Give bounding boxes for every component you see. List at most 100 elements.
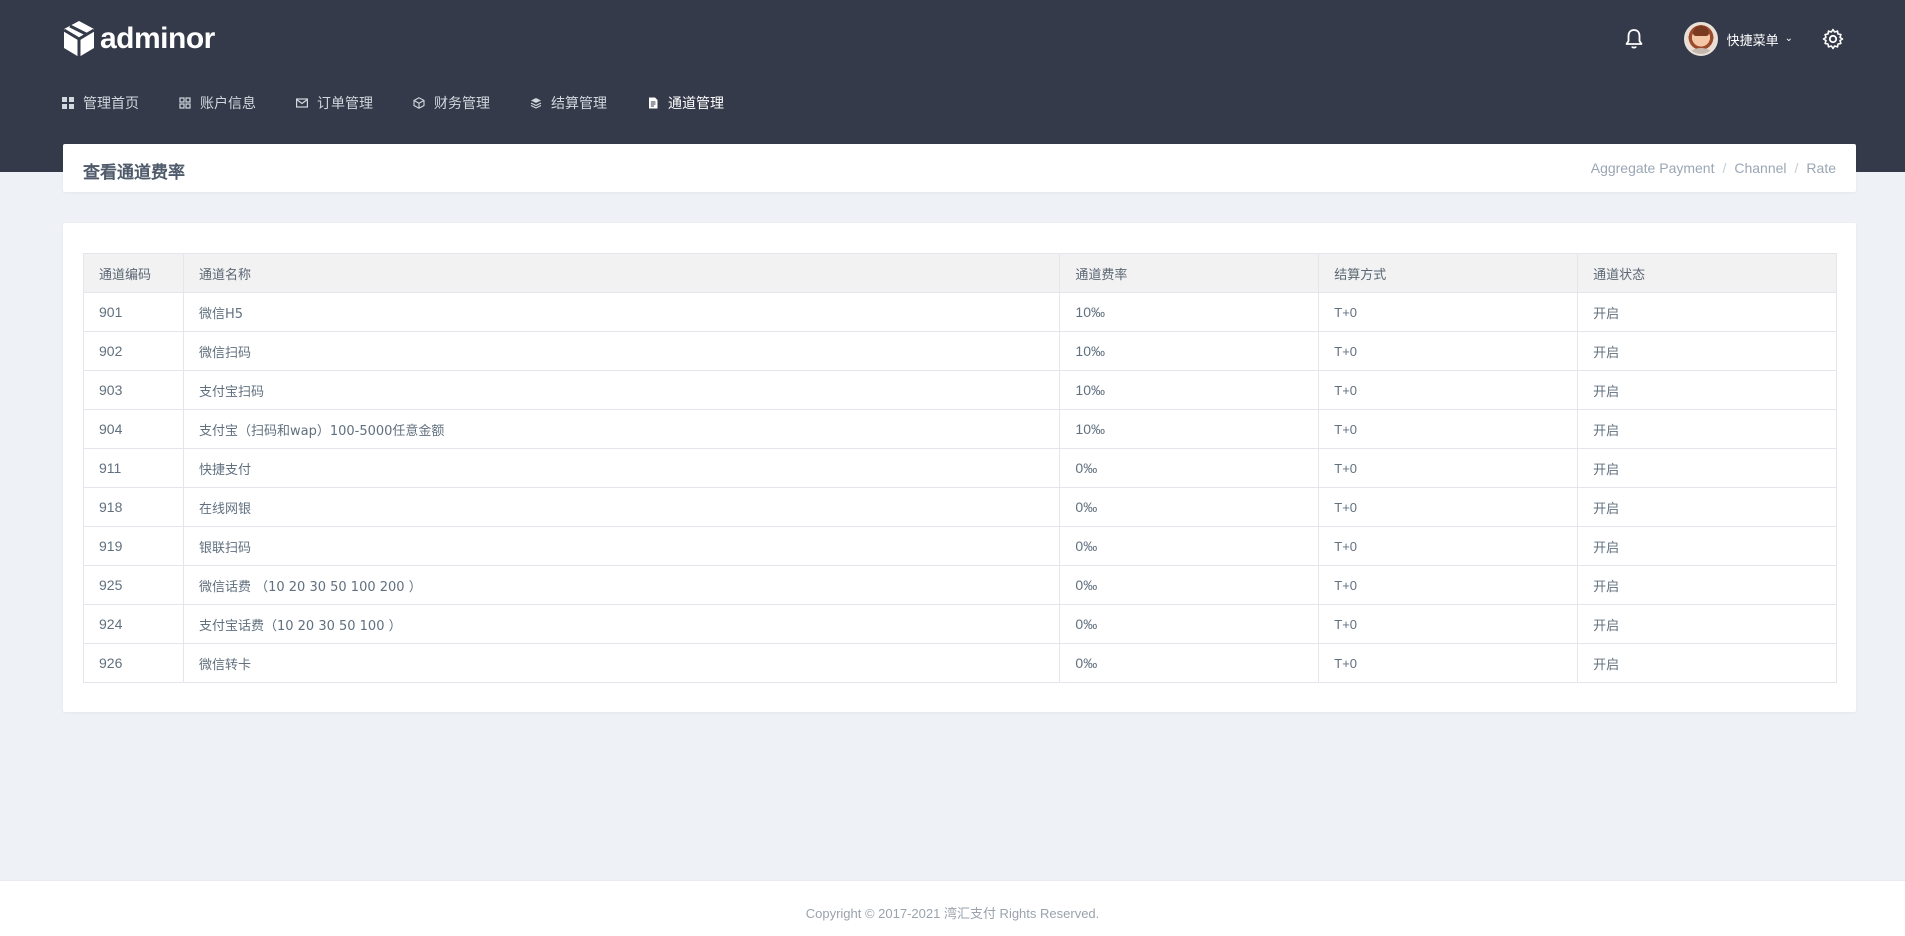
cell-channel-code: 901	[83, 292, 184, 332]
table-row: 919 银联扫码 0‰ T+0 开启	[83, 526, 1837, 566]
cell-status: 开启	[1577, 643, 1837, 683]
cell-channel-name: 支付宝扫码	[182, 370, 1061, 410]
table-row: 918 在线网银 0‰ T+0 开启	[83, 487, 1837, 527]
table-row: 924 支付宝话费（10 20 30 50 100 ） 0‰ T+0 开启	[83, 604, 1837, 644]
gear-icon[interactable]	[1821, 27, 1845, 51]
cell-channel-name: 微信转卡	[182, 643, 1061, 683]
bell-icon[interactable]	[1622, 27, 1646, 51]
cell-channel-code: 918	[83, 487, 184, 527]
cell-channel-rate: 10‰	[1059, 292, 1320, 332]
cell-channel-rate: 10‰	[1059, 409, 1320, 449]
nav-item-label: 订单管理	[317, 96, 373, 112]
cell-channel-code: 903	[83, 370, 184, 410]
cell-channel-name: 银联扫码	[182, 526, 1061, 566]
breadcrumb-item[interactable]: Aggregate Payment	[1591, 160, 1715, 176]
page-header: 查看通道费率 Aggregate Payment / Channel / Rat…	[63, 144, 1856, 192]
cell-channel-name: 微信H5	[182, 292, 1061, 332]
breadcrumb-item-current: Rate	[1806, 160, 1836, 176]
cell-channel-name: 微信扫码	[182, 331, 1061, 371]
cell-settlement: T+0	[1318, 565, 1579, 605]
layers-icon	[530, 98, 542, 109]
cell-status: 开启	[1577, 331, 1837, 371]
cell-channel-code: 902	[83, 331, 184, 371]
nav-item-label: 账户信息	[200, 96, 256, 112]
cell-channel-name: 微信话费 （10 20 30 50 100 200 ）	[182, 565, 1061, 605]
cell-channel-rate: 0‰	[1059, 448, 1320, 488]
cell-channel-rate: 10‰	[1059, 331, 1320, 371]
table-row: 911 快捷支付 0‰ T+0 开启	[83, 448, 1837, 488]
nav-item-label: 结算管理	[551, 96, 607, 112]
nav-item-channel[interactable]: 通道管理	[647, 93, 724, 113]
cell-settlement: T+0	[1318, 448, 1579, 488]
header-actions: 快捷菜单 ⌄	[1622, 18, 1845, 60]
column-header-rate: 通道费率	[1059, 253, 1320, 293]
cell-channel-name: 快捷支付	[182, 448, 1061, 488]
chevron-down-icon: ⌄	[1784, 32, 1793, 44]
copyright-text: Copyright © 2017-2021 湾汇支付 Rights Reserv…	[805, 906, 1100, 921]
cube-icon	[413, 97, 425, 109]
brand-logo[interactable]: adminor	[62, 18, 215, 60]
cell-channel-rate: 0‰	[1059, 643, 1320, 683]
cell-settlement: T+0	[1318, 409, 1579, 449]
breadcrumb-separator: /	[1722, 160, 1727, 176]
cell-settlement: T+0	[1318, 331, 1579, 371]
cell-channel-name: 支付宝话费（10 20 30 50 100 ）	[182, 604, 1061, 644]
breadcrumb: Aggregate Payment / Channel / Rate	[1591, 160, 1836, 176]
cell-channel-code: 911	[83, 448, 184, 488]
cell-channel-code: 904	[83, 409, 184, 449]
avatar	[1683, 22, 1718, 56]
channel-rate-table: 通道编码 通道名称 通道费率 结算方式 通道状态 901 微信H5 10‰ T+…	[83, 253, 1837, 683]
table-row: 901 微信H5 10‰ T+0 开启	[83, 292, 1837, 332]
page-title: 查看通道费率	[83, 163, 185, 183]
cell-status: 开启	[1577, 565, 1837, 605]
cell-channel-name: 在线网银	[182, 487, 1061, 527]
main-nav: 管理首页 账户信息 订单管理 财务管理 结算管理 通道管理	[62, 92, 764, 114]
table-row: 926 微信转卡 0‰ T+0 开启	[83, 643, 1837, 683]
cell-settlement: T+0	[1318, 292, 1579, 332]
cell-status: 开启	[1577, 292, 1837, 332]
cube-logo-icon	[63, 21, 95, 57]
table-row: 903 支付宝扫码 10‰ T+0 开启	[83, 370, 1837, 410]
brand-name: adminor	[100, 22, 215, 55]
table-row: 902 微信扫码 10‰ T+0 开启	[83, 331, 1837, 371]
cell-channel-rate: 0‰	[1059, 526, 1320, 566]
nav-item-label: 管理首页	[83, 96, 139, 112]
column-header-status: 通道状态	[1577, 253, 1837, 293]
column-header-name: 通道名称	[182, 253, 1061, 293]
cell-status: 开启	[1577, 409, 1837, 449]
nav-item-home[interactable]: 管理首页	[62, 93, 139, 113]
nav-item-label: 通道管理	[668, 96, 724, 112]
nav-item-finance[interactable]: 财务管理	[413, 93, 490, 113]
cell-settlement: T+0	[1318, 643, 1579, 683]
cell-settlement: T+0	[1318, 604, 1579, 644]
breadcrumb-item[interactable]: Channel	[1734, 160, 1786, 176]
nav-item-orders[interactable]: 订单管理	[296, 93, 373, 113]
cell-channel-code: 919	[83, 526, 184, 566]
cell-settlement: T+0	[1318, 526, 1579, 566]
cell-channel-rate: 10‰	[1059, 370, 1320, 410]
cell-channel-code: 924	[83, 604, 184, 644]
cell-channel-name: 支付宝（扫码和wap）100-5000任意金额	[182, 409, 1061, 449]
grid-icon	[62, 97, 74, 109]
cell-channel-rate: 0‰	[1059, 565, 1320, 605]
channel-rate-card: 通道编码 通道名称 通道费率 结算方式 通道状态 901 微信H5 10‰ T+…	[63, 223, 1856, 712]
table-row: 925 微信话费 （10 20 30 50 100 200 ） 0‰ T+0 开…	[83, 565, 1837, 605]
column-header-code: 通道编码	[83, 253, 184, 293]
nav-item-account[interactable]: 账户信息	[179, 93, 256, 113]
table-row: 904 支付宝（扫码和wap）100-5000任意金额 10‰ T+0 开启	[83, 409, 1837, 449]
nav-item-settlement[interactable]: 结算管理	[530, 93, 607, 113]
user-menu[interactable]: 快捷菜单 ⌄	[1683, 22, 1793, 56]
cell-status: 开启	[1577, 487, 1837, 527]
mail-icon	[296, 98, 308, 108]
cell-status: 开启	[1577, 370, 1837, 410]
cell-status: 开启	[1577, 604, 1837, 644]
cell-channel-code: 926	[83, 643, 184, 683]
document-icon	[649, 97, 658, 109]
cell-channel-code: 925	[83, 565, 184, 605]
breadcrumb-separator: /	[1794, 160, 1799, 176]
cell-status: 开启	[1577, 526, 1837, 566]
cell-status: 开启	[1577, 448, 1837, 488]
user-menu-label: 快捷菜单	[1726, 33, 1779, 49]
page-footer: Copyright © 2017-2021 湾汇支付 Rights Reserv…	[0, 880, 1905, 936]
column-header-settlement: 结算方式	[1318, 253, 1579, 293]
